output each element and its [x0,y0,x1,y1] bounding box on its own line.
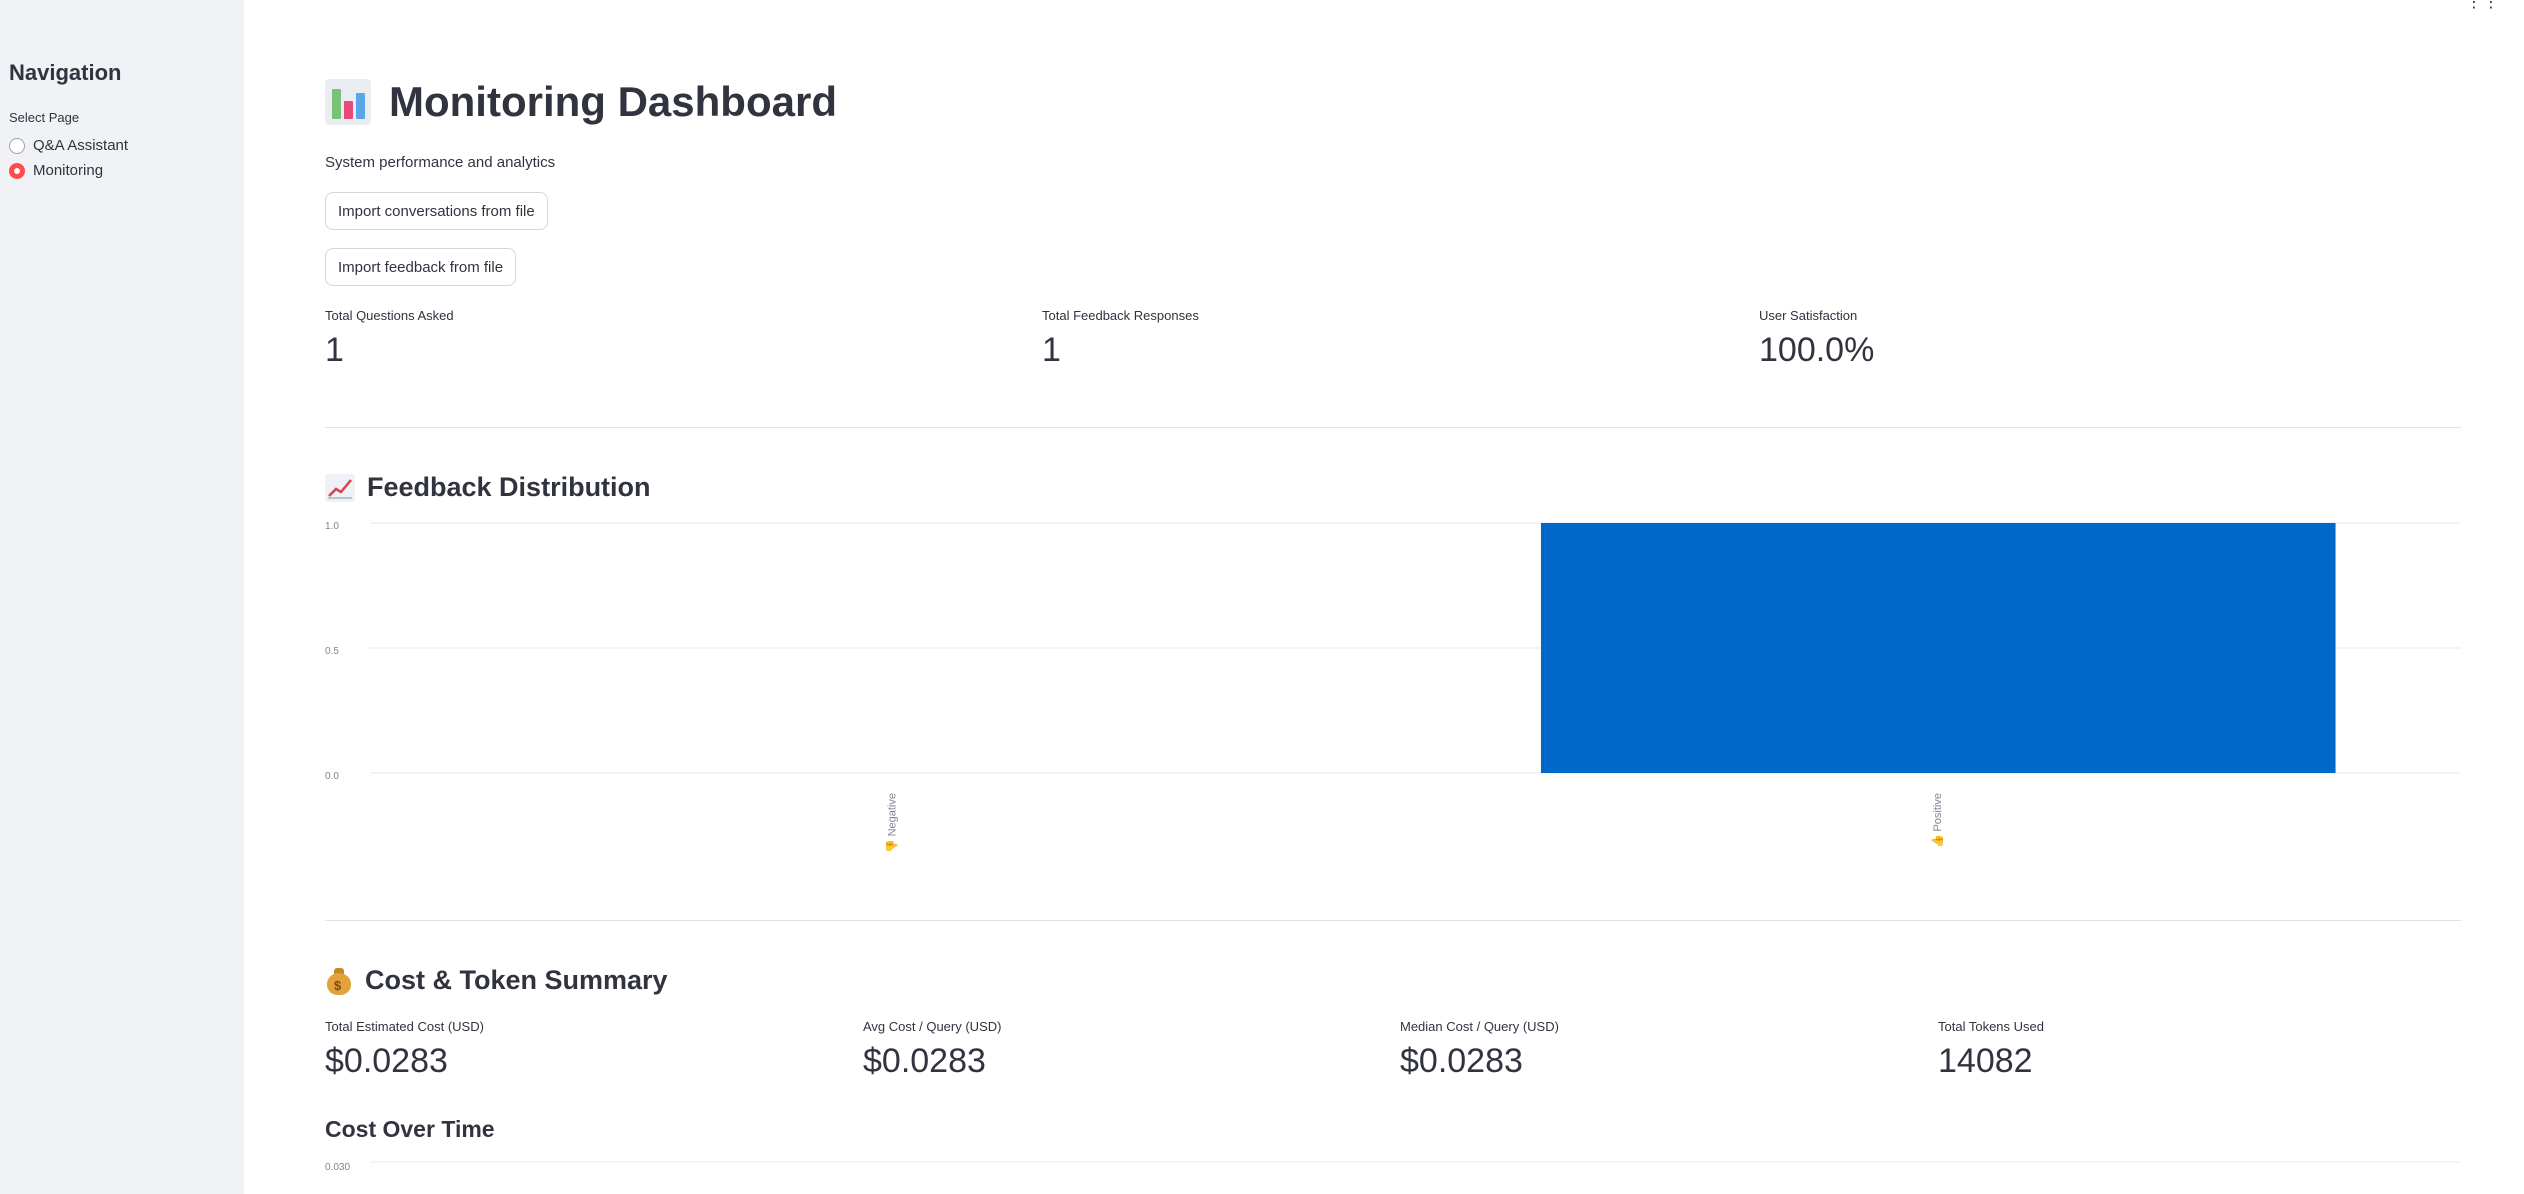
main-menu-icon[interactable]: ⋮⋮ [2466,0,2500,12]
metric-label-avg-cost: Avg Cost / Query (USD) [863,1019,1002,1034]
page-subtitle: System performance and analytics [325,154,556,171]
page-select-label: Select Page [9,110,80,125]
section-divider [325,920,2461,921]
x-tick-label: 👎 Negative [886,793,899,853]
sidebar: Navigation Select Page Q&A Assistant Mon… [0,0,244,1194]
radio-unchecked-icon[interactable] [9,137,25,154]
radio-option-monitoring[interactable]: Monitoring [9,162,103,179]
metric-label-total-questions: Total Questions Asked [325,308,454,323]
radio-option-qa-assistant[interactable]: Q&A Assistant [9,137,128,154]
chart-increasing-icon [325,473,355,502]
cost-over-time-chart: 0.030 [325,1161,2461,1173]
y-tick-label: 0.5 [325,646,339,657]
money-bag-icon: $ [325,967,353,995]
section-divider [325,427,2461,428]
page-title: Monitoring Dashboard [325,78,837,126]
metric-value-total-feedback: 1 [1042,331,1061,369]
metric-label-user-satisfaction: User Satisfaction [1759,308,1858,323]
cost-section-title: $ Cost & Token Summary [325,965,668,996]
radio-option-label: Q&A Assistant [33,137,129,154]
sidebar-title: Navigation [9,60,122,85]
cost-over-time-title: Cost Over Time [325,1116,495,1142]
metric-value-avg-cost: $0.0283 [863,1042,986,1080]
metric-label-total-cost: Total Estimated Cost (USD) [325,1019,484,1034]
metric-value-user-satisfaction: 100.0% [1759,331,1875,369]
feedback-section-title: Feedback Distribution [325,472,651,503]
y-tick-label: 1.0 [325,521,339,532]
metric-label-total-tokens: Total Tokens Used [1938,1019,2044,1034]
app-root: Navigation Select Page Q&A Assistant Mon… [0,0,2524,1194]
page-title-text: Monitoring Dashboard [389,78,837,125]
bar-1 [1540,523,2336,773]
metric-label-median-cost: Median Cost / Query (USD) [1400,1019,1559,1034]
cost-chart-y-tick: 0.030 [325,1162,350,1173]
import-conversations-button[interactable]: Import conversations from file [325,192,548,230]
y-tick-label: 0.0 [325,771,339,782]
cost-section-title-text: Cost & Token Summary [365,965,668,995]
metric-value-total-cost: $0.0283 [325,1042,448,1080]
radio-option-label: Monitoring [33,162,104,179]
feedback-section-title-text: Feedback Distribution [367,472,651,502]
feedback-bar-chart: 0.0 0.5 1.0 👎 Negative 👍 Positive [325,521,2461,853]
radio-checked-icon[interactable] [9,162,25,179]
import-feedback-button[interactable]: Import feedback from file [325,248,517,286]
metric-value-median-cost: $0.0283 [1400,1042,1523,1080]
metric-label-total-feedback: Total Feedback Responses [1042,308,1199,323]
x-tick-label: 👍 Positive [1931,793,1944,848]
bar-chart-icon [325,79,371,125]
metric-value-total-tokens: 14082 [1938,1042,2033,1080]
metric-value-total-questions: 1 [325,331,344,369]
